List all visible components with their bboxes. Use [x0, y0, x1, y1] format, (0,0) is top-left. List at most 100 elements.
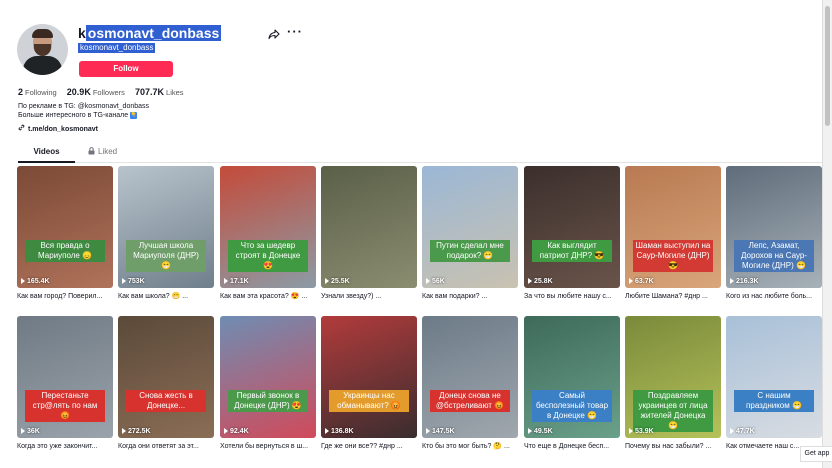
video-caption[interactable]: Почему вы нас забыли? ... [625, 442, 721, 451]
video-caption[interactable]: Когда они ответят за эт... [118, 442, 214, 451]
video-thumbnail[interactable]: Донецк снова не @бстреливают 😡 147.5K [422, 316, 518, 438]
profile-bio: По рекламе в TG: @kosmonavt_donbass Боль… [18, 102, 149, 120]
followers-label[interactable]: Followers [93, 88, 125, 97]
video-overlay-text: Снова жесть в Донецке... [126, 390, 206, 412]
profile-username: k osmonavt_donbass [78, 25, 222, 41]
following-label[interactable]: Following [25, 88, 57, 97]
play-icon [730, 278, 734, 285]
profile-link[interactable]: t.me/don_kosmonavt [18, 124, 98, 135]
view-count: 272.5K [122, 428, 151, 435]
video-overlay-text: Вся правда о Мариуполе 😞 [25, 240, 105, 262]
video-overlay-text: Донецк снова не @бстреливают 😡 [430, 390, 510, 412]
video-caption[interactable]: Кого из нас любите боль... [726, 292, 822, 301]
video-thumbnail[interactable]: Как выглядит патриот ДНР? 😎 25.8K [524, 166, 620, 288]
video-caption[interactable]: Как вам город? Поверил... [17, 292, 113, 301]
profile-nickname: kosmonavt_donbass [78, 43, 156, 53]
play-icon [21, 428, 25, 435]
more-options-icon[interactable]: ··· [287, 25, 303, 38]
video-caption[interactable]: Любите Шамана? #днр ... [625, 292, 721, 301]
scrollbar[interactable] [822, 0, 832, 468]
video-thumbnail[interactable]: Поздравляем украинцев от лица жителей До… [625, 316, 721, 438]
video-caption[interactable]: Узнали звезду?) ... [321, 292, 417, 301]
bio-line-2: Больше интересного в TG-канале [18, 112, 129, 119]
video-thumbnail[interactable]: Украинцы нас обманывают? 😡 136.8K [321, 316, 417, 438]
view-count: 165.4K [21, 278, 50, 285]
view-count: 136.8K [325, 428, 354, 435]
view-count: 753K [122, 278, 145, 285]
view-count: 92.4K [224, 428, 249, 435]
bio-emoji-badge: 👇 [130, 111, 138, 119]
lock-icon [88, 147, 95, 155]
video-thumbnail[interactable]: Лучшая школа Мариуполя (ДНР) 😁 753K [118, 166, 214, 288]
video-caption[interactable]: Кто бы это мог быть? 🤔 ... [422, 442, 518, 451]
play-icon [325, 428, 329, 435]
video-overlay-text: Украинцы нас обманывают? 😡 [329, 390, 409, 412]
profile-link-text[interactable]: t.me/don_kosmonavt [28, 126, 98, 133]
view-count: 53.9K [629, 428, 654, 435]
play-icon [629, 278, 633, 285]
video-caption[interactable]: Где же они все?? #днр ... [321, 442, 417, 451]
view-count: 47.7K [730, 428, 755, 435]
video-overlay-text: Что за шедевр строят в Донецке 😍 [228, 240, 308, 272]
video-thumbnail[interactable]: Снова жесть в Донецке... 272.5K [118, 316, 214, 438]
play-icon [426, 428, 430, 435]
video-thumbnail[interactable]: Шаман выступил на Саур-Могиле (ДНР) 😎 63.… [625, 166, 721, 288]
view-count: 25.5K [325, 278, 350, 285]
play-icon [21, 278, 25, 285]
view-count: 216.3K [730, 278, 759, 285]
tab-liked-label: Liked [98, 147, 118, 156]
video-thumbnail[interactable]: 25.5K [321, 166, 417, 288]
video-thumbnail[interactable]: Самый бесполезный товар в Донецке 😁 49.5K [524, 316, 620, 438]
play-icon [629, 428, 633, 435]
share-icon[interactable] [268, 28, 280, 40]
play-icon [325, 278, 329, 285]
scrollbar-thumb[interactable] [825, 6, 830, 126]
video-caption[interactable]: Как вам эта красота? 😍 ... [220, 292, 316, 301]
video-thumbnail[interactable]: Перестаньте стр@лять по нам 😡 36K [17, 316, 113, 438]
likes-count: 707.7K [135, 87, 165, 97]
view-count: 147.5K [426, 428, 455, 435]
profile-tabs: Videos Liked [18, 146, 822, 163]
play-icon [528, 278, 532, 285]
bio-line-1: По рекламе в TG: @kosmonavt_donbass [18, 103, 150, 110]
video-thumbnail[interactable]: Путин сделал мне подарок? 😁 56K [422, 166, 518, 288]
video-overlay-text: Перестаньте стр@лять по нам 😡 [25, 390, 105, 422]
get-app-button[interactable]: Get app [800, 446, 832, 462]
view-count: 56K [426, 278, 445, 285]
play-icon [122, 278, 126, 285]
play-icon [426, 278, 430, 285]
follow-button[interactable]: Follow [79, 61, 173, 77]
view-count: 25.8K [528, 278, 553, 285]
video-overlay-text: С нашим праздником 😁 [734, 390, 814, 412]
following-count: 2 [18, 87, 24, 97]
video-thumbnail[interactable]: Что за шедевр строят в Донецке 😍 17.1K [220, 166, 316, 288]
video-overlay-text: Лучшая школа Мариуполя (ДНР) 😁 [126, 240, 206, 272]
video-overlay-text: Как выглядит патриот ДНР? 😎 [532, 240, 612, 262]
play-icon [224, 278, 228, 285]
video-caption[interactable]: За что вы любите нашу с... [524, 292, 620, 301]
video-overlay-text: Путин сделал мне подарок? 😁 [430, 240, 510, 262]
link-icon [18, 124, 25, 131]
view-count: 36K [21, 428, 40, 435]
followers-count: 20.9K [66, 87, 91, 97]
video-thumbnail[interactable]: Вся правда о Мариуполе 😞 165.4K [17, 166, 113, 288]
video-caption[interactable]: Когда это уже закончит... [17, 442, 113, 451]
video-overlay-text: Лепс, Азамат, Дорохов на Саур-Могиле (ДН… [734, 240, 814, 272]
video-thumbnail[interactable]: Первый звонок в Донецке (ДНР) 😍 92.4K [220, 316, 316, 438]
view-count: 49.5K [528, 428, 553, 435]
video-overlay-text: Первый звонок в Донецке (ДНР) 😍 [228, 390, 308, 412]
video-caption[interactable]: Как вам школа? 😁 ... [118, 292, 214, 301]
video-caption[interactable]: Хотели бы вернуться в ш... [220, 442, 316, 451]
avatar[interactable] [17, 24, 68, 75]
video-caption[interactable]: Что еще в Донецке бесп... [524, 442, 620, 451]
tab-videos[interactable]: Videos [18, 146, 75, 163]
tab-liked[interactable]: Liked [88, 146, 117, 158]
video-caption[interactable]: Как вам подарки? ... [422, 292, 518, 301]
play-icon [122, 428, 126, 435]
video-overlay-text: Шаман выступил на Саур-Могиле (ДНР) 😎 [633, 240, 713, 272]
likes-label: Likes [166, 88, 184, 97]
play-icon [528, 428, 532, 435]
video-thumbnail[interactable]: С нашим праздником 😁 47.7K [726, 316, 822, 438]
view-count: 63.7K [629, 278, 654, 285]
video-thumbnail[interactable]: Лепс, Азамат, Дорохов на Саур-Могиле (ДН… [726, 166, 822, 288]
